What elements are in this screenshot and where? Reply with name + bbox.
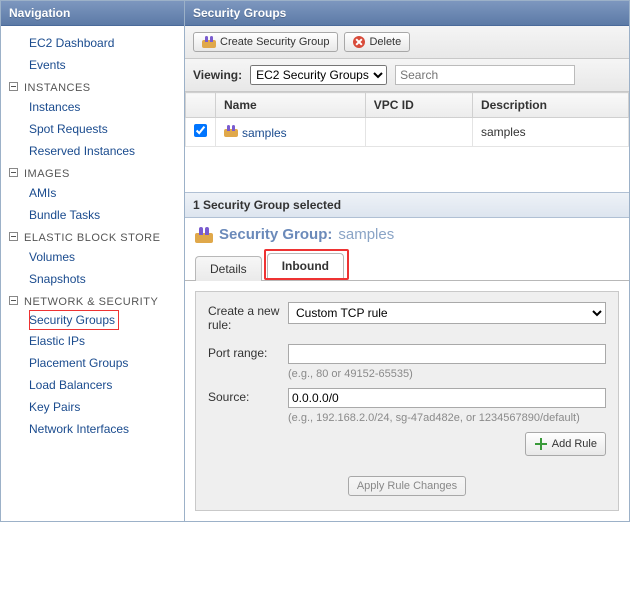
- nav-instances[interactable]: Instances: [1, 96, 184, 118]
- port-range-hint: (e.g., 80 or 49152-65535): [288, 368, 606, 380]
- row-checkbox[interactable]: [194, 124, 207, 137]
- create-rule-label: Create a new rule:: [208, 302, 288, 332]
- sidebar-title: Navigation: [1, 1, 184, 26]
- tab-inbound-highlight: Inbound: [264, 249, 349, 280]
- tab-inbound[interactable]: Inbound: [267, 253, 344, 278]
- port-range-label: Port range:: [208, 344, 288, 360]
- row-name: samples: [242, 126, 287, 140]
- nav-key-pairs[interactable]: Key Pairs: [1, 396, 184, 418]
- security-group-icon: [224, 125, 238, 137]
- col-name[interactable]: Name: [216, 93, 366, 118]
- security-groups-table: Name VPC ID Description samples samples: [185, 92, 629, 147]
- inbound-form: Create a new rule: Custom TCP rule Port …: [195, 291, 619, 511]
- table-row[interactable]: samples samples: [186, 118, 629, 147]
- nav-group-instances[interactable]: INSTANCES: [1, 76, 184, 96]
- main-title: Security Groups: [185, 1, 629, 26]
- toolbar: Create Security Group Delete: [185, 26, 629, 59]
- nav-load-balancers[interactable]: Load Balancers: [1, 374, 184, 396]
- nav-volumes[interactable]: Volumes: [1, 246, 184, 268]
- plus-icon: [534, 437, 548, 451]
- apply-rule-changes-button[interactable]: Apply Rule Changes: [348, 476, 466, 496]
- detail-tabs: Details Inbound: [185, 249, 629, 281]
- nav-ec2-dashboard[interactable]: EC2 Dashboard: [1, 32, 184, 54]
- security-group-icon: [202, 36, 216, 48]
- nav-group-ebs[interactable]: ELASTIC BLOCK STORE: [1, 226, 184, 246]
- detail-title: Security Group: samples: [185, 218, 629, 249]
- nav-placement-groups[interactable]: Placement Groups: [1, 352, 184, 374]
- collapse-icon[interactable]: [9, 82, 18, 91]
- delete-icon: [353, 36, 365, 48]
- row-vpc: [365, 118, 472, 147]
- col-vpc-id[interactable]: VPC ID: [365, 93, 472, 118]
- sidebar: Navigation EC2 Dashboard Events INSTANCE…: [0, 0, 185, 522]
- nav-group-images[interactable]: IMAGES: [1, 162, 184, 182]
- nav-spot-requests[interactable]: Spot Requests: [1, 118, 184, 140]
- viewing-row: Viewing: EC2 Security Groups: [185, 59, 629, 92]
- rule-type-select[interactable]: Custom TCP rule: [288, 302, 606, 324]
- nav-snapshots[interactable]: Snapshots: [1, 268, 184, 290]
- search-input[interactable]: [395, 65, 575, 85]
- collapse-icon[interactable]: [9, 168, 18, 177]
- security-group-icon: [195, 227, 213, 243]
- viewing-select[interactable]: EC2 Security Groups: [250, 65, 387, 85]
- source-label: Source:: [208, 388, 288, 404]
- create-security-group-button[interactable]: Create Security Group: [193, 32, 338, 52]
- nav-network-interfaces[interactable]: Network Interfaces: [1, 418, 184, 440]
- source-input[interactable]: [288, 388, 606, 408]
- row-desc: samples: [472, 118, 628, 147]
- port-range-input[interactable]: [288, 344, 606, 364]
- nav-amis[interactable]: AMIs: [1, 182, 184, 204]
- delete-button[interactable]: Delete: [344, 32, 410, 52]
- nav-group-network-security[interactable]: NETWORK & SECURITY: [1, 290, 184, 310]
- collapse-icon[interactable]: [9, 296, 18, 305]
- add-rule-button[interactable]: Add Rule: [525, 432, 606, 456]
- collapse-icon[interactable]: [9, 232, 18, 241]
- col-checkbox: [186, 93, 216, 118]
- nav-events[interactable]: Events: [1, 54, 184, 76]
- detail-title-label: Security Group:: [219, 226, 332, 243]
- main-panel: Security Groups Create Security Group De…: [185, 0, 630, 522]
- detail-title-name: samples: [338, 226, 394, 243]
- col-description[interactable]: Description: [472, 93, 628, 118]
- nav-security-groups[interactable]: Security Groups: [29, 310, 119, 330]
- nav-bundle-tasks[interactable]: Bundle Tasks: [1, 204, 184, 226]
- viewing-label: Viewing:: [193, 68, 242, 82]
- nav-elastic-ips[interactable]: Elastic IPs: [1, 330, 184, 352]
- detail-selected-text: 1 Security Group selected: [185, 192, 629, 218]
- tab-details[interactable]: Details: [195, 256, 262, 281]
- nav-reserved-instances[interactable]: Reserved Instances: [1, 140, 184, 162]
- source-hint: (e.g., 192.168.2.0/24, sg-47ad482e, or 1…: [288, 412, 606, 424]
